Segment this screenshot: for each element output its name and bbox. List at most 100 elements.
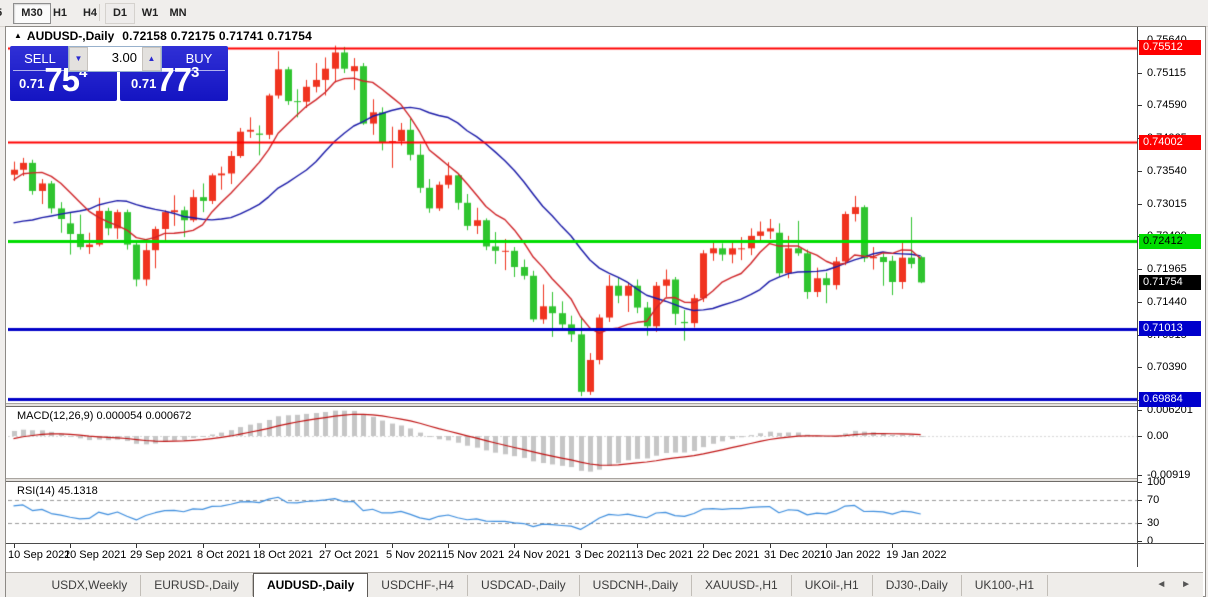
time-tick-mark [703, 544, 704, 548]
chart-tab-bar: USDX,WeeklyEURUSD-,DailyAUDUSD-,DailyUSD… [6, 572, 1203, 597]
macd-axis-label: 0.00 [1147, 430, 1168, 442]
buy-price-prefix: 0.71 [131, 76, 156, 91]
rsi-tick-mark [1138, 500, 1142, 501]
time-axis[interactable]: 10 Sep 202120 Sep 202129 Sep 20218 Oct 2… [6, 543, 1137, 567]
timeframe-toolbar: 5M30H1H4D1W1MN [0, 0, 1208, 27]
macd-tick-mark [1138, 410, 1142, 411]
chart-ohlc-values: 0.72158 0.72175 0.71741 0.71754 [122, 29, 312, 43]
volume-input[interactable]: 3.00 [88, 47, 142, 71]
chart-symbol-label: AUDUSD-,Daily [27, 29, 114, 43]
macd-label: MACD(12,26,9) 0.000054 0.000672 [17, 410, 191, 422]
main-price-pane: ▲ AUDUSD-,Daily 0.72158 0.72175 0.71741 0.… [6, 27, 1203, 403]
time-tick-mark [770, 544, 771, 548]
axis-corner [1137, 543, 1204, 567]
chart-window: ▲ AUDUSD-,Daily 0.72158 0.72175 0.71741 0.… [5, 26, 1206, 597]
price-tick-label: 0.73015 [1147, 198, 1187, 210]
time-tick-label: 31 Dec 2021 [764, 549, 826, 561]
price-tick-mark [1138, 171, 1142, 172]
rsi-axis-label: 70 [1147, 494, 1159, 506]
hline-price-badge: 0.74002 [1139, 135, 1201, 150]
macd-title: MACD(12,26,9) [17, 410, 93, 422]
volume-decrease-button[interactable]: ▼ [69, 47, 88, 71]
macd-pane: MACD(12,26,9) 0.000054 0.000672 [6, 407, 1203, 478]
rsi-tick-mark [1138, 541, 1142, 542]
rsi-axis-label: 100 [1147, 476, 1165, 488]
time-tick-mark [826, 544, 827, 548]
rsi-value: 45.1318 [58, 485, 98, 497]
sell-price-prefix: 0.71 [19, 76, 44, 91]
timeframe-button-h4[interactable]: H4 [75, 3, 105, 24]
time-tick-mark [892, 544, 893, 548]
volume-stepper: ▼ 3.00 ▲ [68, 46, 162, 72]
hline-price-badge: 0.69884 [1139, 392, 1201, 407]
time-tick-label: 10 Jan 2022 [820, 549, 881, 561]
price-tick-mark [1138, 269, 1142, 270]
chart-tab-dj30-daily[interactable]: DJ30-,Daily [873, 575, 962, 596]
tab-scroll-arrows[interactable]: ◄ ► [1156, 579, 1197, 590]
chart-tab-uk100-h1[interactable]: UK100-,H1 [962, 575, 1048, 596]
time-tick-label: 20 Sep 2021 [64, 549, 126, 561]
price-tick-label: 0.75115 [1147, 67, 1186, 79]
hline-price-badge: 0.72412 [1139, 234, 1201, 249]
chart-tab-ukoil-h1[interactable]: UKOil-,H1 [792, 575, 873, 596]
price-tick-mark [1138, 73, 1142, 74]
time-tick-mark [325, 544, 326, 548]
price-tick-label: 0.74590 [1147, 99, 1187, 111]
price-tick-label: 0.70390 [1147, 361, 1187, 373]
time-tick-label: 19 Jan 2022 [886, 549, 947, 561]
chart-tab-xauusd-h1[interactable]: XAUUSD-,H1 [692, 575, 792, 596]
time-tick-label: 15 Nov 2021 [442, 549, 504, 561]
price-tick-mark [1138, 367, 1142, 368]
time-tick-label: 13 Dec 2021 [631, 549, 693, 561]
time-tick-mark [448, 544, 449, 548]
time-tick-mark [514, 544, 515, 548]
volume-increase-button[interactable]: ▲ [142, 47, 161, 71]
chart-tab-usdx-weekly[interactable]: USDX,Weekly [38, 575, 141, 596]
macd-tick-mark [1138, 436, 1142, 437]
time-tick-mark [392, 544, 393, 548]
chart-tab-usdchf-h4[interactable]: USDCHF-,H4 [368, 575, 468, 596]
macd-value-1: 0.000054 [96, 410, 142, 422]
time-tick-mark [14, 544, 15, 548]
time-tick-label: 5 Nov 2021 [386, 549, 442, 561]
chart-tab-eurusd-daily[interactable]: EURUSD-,Daily [141, 575, 253, 596]
price-tick-label: 0.71440 [1147, 296, 1187, 308]
chart-tab-audusd-daily[interactable]: AUDUSD-,Daily [253, 573, 368, 597]
timeframe-button-d1[interactable]: D1 [105, 3, 135, 24]
price-tick-mark [1138, 105, 1142, 106]
price-tick-label: 0.73540 [1147, 165, 1187, 177]
timeframe-button-mn[interactable]: MN [163, 3, 193, 24]
time-tick-label: 8 Oct 2021 [197, 549, 251, 561]
time-tick-label: 18 Oct 2021 [253, 549, 313, 561]
price-tick-mark [1138, 204, 1142, 205]
one-click-trading-panel: SELL 0.71754 BUY 0.71773 ▼ 3.00 ▲ [10, 46, 228, 101]
time-tick-label: 3 Dec 2021 [575, 549, 631, 561]
hline-price-badge: 0.71013 [1139, 321, 1201, 336]
timeframe-button-5[interactable]: 5 [0, 3, 12, 24]
chart-title: ▲ AUDUSD-,Daily 0.72158 0.72175 0.71741 0.… [14, 29, 312, 43]
rsi-tick-mark [1138, 523, 1142, 524]
time-tick-mark [581, 544, 582, 548]
timeframe-button-h1[interactable]: H1 [45, 3, 75, 24]
macd-tick-mark [1138, 475, 1142, 476]
collapse-arrow-icon[interactable]: ▲ [14, 31, 22, 40]
timeframe-button-w1[interactable]: W1 [135, 3, 165, 24]
chart-tab-usdcad-daily[interactable]: USDCAD-,Daily [468, 575, 580, 596]
toolbar-separator [99, 4, 100, 21]
rsi-chart-canvas[interactable] [8, 482, 1137, 543]
rsi-axis-label: 30 [1147, 517, 1159, 529]
chart-tab-usdcnh-daily[interactable]: USDCNH-,Daily [580, 575, 692, 596]
macd-value-2: 0.000672 [145, 410, 191, 422]
time-tick-label: 27 Oct 2021 [319, 549, 379, 561]
price-tick-label: 0.71965 [1147, 263, 1187, 275]
current-price-badge: 0.71754 [1139, 275, 1201, 290]
rsi-label: RSI(14) 45.1318 [17, 485, 98, 497]
buy-price-point: 3 [191, 64, 199, 81]
time-tick-label: 22 Dec 2021 [697, 549, 759, 561]
time-tick-mark [203, 544, 204, 548]
mt4-terminal: 5M30H1H4D1W1MN ▲ AUDUSD-,Daily 0.72158 0.7… [0, 0, 1208, 597]
time-tick-mark [136, 544, 137, 548]
price-tick-mark [1138, 302, 1142, 303]
price-axis[interactable]: 0.756400.751150.745900.740650.735400.730… [1137, 27, 1204, 566]
time-tick-label: 10 Sep 2021 [8, 549, 70, 561]
